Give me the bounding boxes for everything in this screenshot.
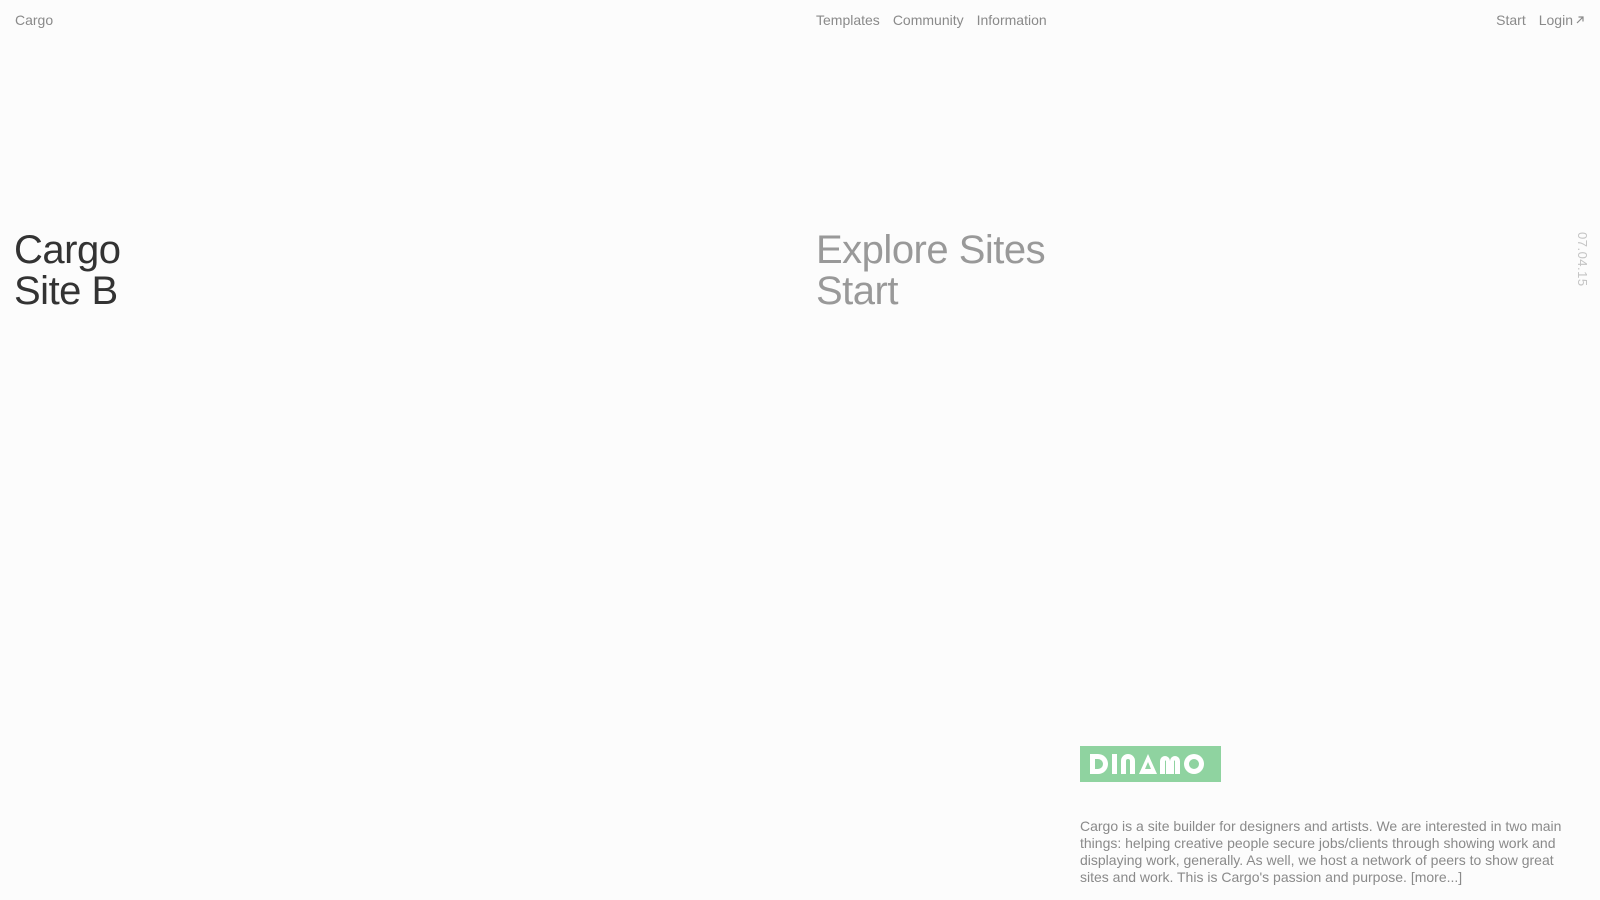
- page: Cargo Templates Community Information St…: [0, 0, 1600, 900]
- start-link[interactable]: Start: [816, 271, 1045, 312]
- about-text: Cargo is a site builder for designers an…: [1080, 818, 1585, 886]
- nav-information[interactable]: Information: [977, 12, 1047, 28]
- account-nav: Start Login: [1496, 12, 1585, 28]
- hero-links: Explore Sites Start: [816, 230, 1046, 312]
- arrow-up-right-icon: [1575, 12, 1585, 28]
- nav-community[interactable]: Community: [893, 12, 964, 28]
- explore-sites-link[interactable]: Explore Sites: [816, 230, 1046, 271]
- more-link[interactable]: [more...]: [1411, 869, 1462, 885]
- site-title-line-2: Site B: [14, 269, 118, 313]
- site-title-line-1: Cargo: [14, 228, 121, 272]
- dinamo-logo-mark: [1090, 754, 1204, 774]
- brand-link[interactable]: Cargo: [15, 12, 53, 28]
- main-nav: Templates Community Information: [816, 12, 1047, 28]
- dinamo-logo[interactable]: [1080, 746, 1221, 782]
- date-stamp: 07.04.15: [1575, 232, 1590, 287]
- nav-start[interactable]: Start: [1496, 12, 1526, 28]
- nav-login[interactable]: Login: [1539, 12, 1585, 28]
- nav-templates[interactable]: Templates: [816, 12, 880, 28]
- site-title: Cargo Site B: [14, 228, 121, 313]
- about-body: Cargo is a site builder for designers an…: [1080, 818, 1562, 885]
- login-label: Login: [1538, 12, 1573, 28]
